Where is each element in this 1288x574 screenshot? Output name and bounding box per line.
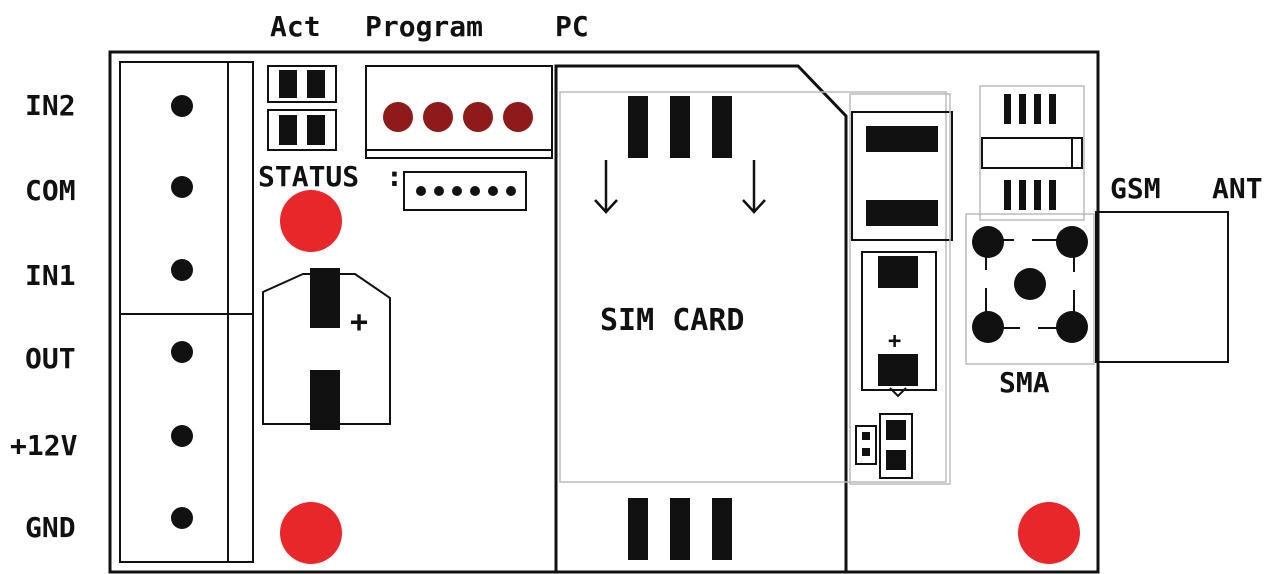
sma-connector bbox=[965, 213, 1095, 365]
gsm-label: GSM bbox=[1110, 172, 1161, 205]
terminal-label-gnd: GND bbox=[25, 511, 76, 544]
tantalum-capacitor: + bbox=[861, 251, 937, 398]
terminal-label-com: COM bbox=[25, 174, 76, 207]
polarity-plus-left: + bbox=[350, 305, 368, 340]
terminal-label-12v: +12V bbox=[10, 429, 78, 462]
terminal-label-in1: IN1 bbox=[25, 259, 76, 292]
pc-header bbox=[403, 171, 527, 211]
small-jumper bbox=[855, 413, 913, 479]
status-led bbox=[280, 190, 342, 252]
svg-text::: : bbox=[386, 160, 403, 193]
program-led-4 bbox=[503, 102, 533, 132]
insert-arrow-right bbox=[742, 160, 766, 214]
terminal-screw-12v bbox=[171, 425, 193, 447]
sim-card-label: SIM CARD bbox=[600, 303, 745, 338]
gsm-antenna-box bbox=[1095, 211, 1229, 363]
mounting-led-bottom-right bbox=[1018, 502, 1080, 564]
program-label: Program bbox=[365, 10, 483, 43]
terminal-label-out: OUT bbox=[25, 342, 76, 375]
ant-label: ANT bbox=[1212, 172, 1263, 205]
insert-arrow-left bbox=[594, 160, 618, 214]
smd-ic bbox=[979, 85, 1085, 221]
terminal-block bbox=[119, 61, 254, 563]
terminal-screw-com bbox=[171, 176, 193, 198]
terminal-screw-in1 bbox=[171, 259, 193, 281]
sma-label: SMA bbox=[999, 366, 1050, 399]
terminal-screw-in2 bbox=[171, 95, 193, 117]
program-led-1 bbox=[383, 102, 413, 132]
status-label: STATUS bbox=[258, 160, 359, 193]
terminal-labels: IN2 COM IN1 OUT +12V GND bbox=[10, 89, 78, 544]
terminal-label-in2: IN2 bbox=[25, 89, 76, 122]
polarity-plus-right: + bbox=[888, 329, 901, 354]
program-led-2 bbox=[423, 102, 453, 132]
terminal-screw-out bbox=[171, 341, 193, 363]
gsm-module-board-diagram: Act Program PC IN2 COM IN1 OUT +12V GND bbox=[10, 10, 1263, 574]
capacitor-footprint: + bbox=[262, 268, 391, 430]
terminal-screw-gnd bbox=[171, 507, 193, 529]
regulator-pads bbox=[851, 111, 953, 241]
program-led-header bbox=[365, 65, 553, 159]
terminal-block-outline bbox=[119, 61, 254, 563]
pc-label: PC bbox=[555, 10, 589, 43]
mounting-led-bottom-left bbox=[280, 502, 342, 564]
program-led-3 bbox=[463, 102, 493, 132]
act-label: Act bbox=[270, 10, 321, 43]
act-jumper bbox=[267, 65, 337, 151]
